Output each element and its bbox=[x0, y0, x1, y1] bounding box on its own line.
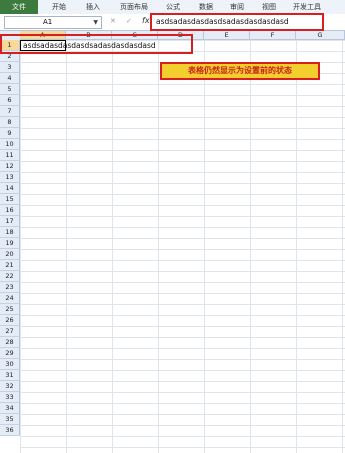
row-header[interactable]: 25 bbox=[0, 304, 20, 315]
row-header[interactable]: 34 bbox=[0, 403, 20, 414]
tab-data[interactable]: 数据 bbox=[191, 1, 221, 13]
formula-input[interactable]: asdsadasdasdasdsadasdasdasdasd bbox=[150, 13, 324, 31]
tab-developer[interactable]: 开发工具 bbox=[286, 1, 328, 13]
row-header[interactable]: 21 bbox=[0, 260, 20, 271]
tab-page-layout[interactable]: 页面布局 bbox=[112, 1, 156, 13]
row-header[interactable]: 20 bbox=[0, 249, 20, 260]
cancel-icon[interactable]: ✕ bbox=[110, 17, 116, 25]
check-icon[interactable]: ✓ bbox=[126, 17, 132, 25]
row-header[interactable]: 6 bbox=[0, 95, 20, 106]
row-header[interactable]: 33 bbox=[0, 392, 20, 403]
name-box-value: A1 bbox=[43, 18, 53, 26]
row-header[interactable]: 19 bbox=[0, 238, 20, 249]
insert-function-icon[interactable]: fx bbox=[142, 16, 150, 25]
row-header[interactable]: 9 bbox=[0, 128, 20, 139]
callout-text: 表格仍然显示为设置前的状态 bbox=[188, 66, 292, 75]
row-header[interactable]: 32 bbox=[0, 381, 20, 392]
row-header[interactable]: 18 bbox=[0, 227, 20, 238]
tab-review[interactable]: 审阅 bbox=[222, 1, 252, 13]
row-header[interactable]: 14 bbox=[0, 183, 20, 194]
row-header[interactable]: 4 bbox=[0, 73, 20, 84]
row-header[interactable]: 30 bbox=[0, 359, 20, 370]
row-header[interactable]: 5 bbox=[0, 84, 20, 95]
row-header[interactable]: 22 bbox=[0, 271, 20, 282]
column-header-e[interactable]: E bbox=[204, 31, 250, 40]
row-header[interactable]: 10 bbox=[0, 139, 20, 150]
row-header[interactable]: 31 bbox=[0, 370, 20, 381]
row-header[interactable]: 15 bbox=[0, 194, 20, 205]
chevron-down-icon[interactable]: ▼ bbox=[93, 17, 98, 28]
column-header-f[interactable]: F bbox=[250, 31, 296, 40]
row-1-highlight-box bbox=[0, 34, 193, 54]
row-header[interactable]: 7 bbox=[0, 106, 20, 117]
row-header[interactable]: 3 bbox=[0, 62, 20, 73]
name-box[interactable]: A1 ▼ bbox=[4, 16, 102, 29]
row-header[interactable]: 13 bbox=[0, 172, 20, 183]
column-header-g[interactable]: G bbox=[296, 31, 345, 40]
tab-formulas[interactable]: 公式 bbox=[158, 1, 188, 13]
row-header[interactable]: 8 bbox=[0, 117, 20, 128]
annotation-callout: 表格仍然显示为设置前的状态 bbox=[160, 62, 320, 80]
tab-view[interactable]: 视图 bbox=[254, 1, 284, 13]
row-header[interactable]: 36 bbox=[0, 425, 20, 436]
formula-content: asdsadasdasdasdsadasdasdasdasd bbox=[156, 17, 289, 26]
row-header[interactable]: 12 bbox=[0, 161, 20, 172]
tab-file[interactable]: 文件 bbox=[0, 0, 38, 14]
row-header[interactable]: 28 bbox=[0, 337, 20, 348]
row-header[interactable]: 35 bbox=[0, 414, 20, 425]
formula-bar: A1 ▼ ✕ ✓ fx asdsadasdasdasdsadasdasdasda… bbox=[0, 13, 345, 31]
row-header[interactable]: 23 bbox=[0, 282, 20, 293]
row-header[interactable]: 16 bbox=[0, 205, 20, 216]
row-header[interactable]: 27 bbox=[0, 326, 20, 337]
worksheet: A B C D E F G 1 2 3 4 5 6 7 8 9 10 11 12… bbox=[0, 31, 345, 453]
row-header[interactable]: 26 bbox=[0, 315, 20, 326]
tab-home[interactable]: 开始 bbox=[42, 1, 76, 13]
row-header[interactable]: 11 bbox=[0, 150, 20, 161]
row-header[interactable]: 17 bbox=[0, 216, 20, 227]
row-header[interactable]: 24 bbox=[0, 293, 20, 304]
tab-insert[interactable]: 插入 bbox=[78, 1, 108, 13]
cell-grid[interactable] bbox=[20, 40, 345, 453]
row-header[interactable]: 29 bbox=[0, 348, 20, 359]
